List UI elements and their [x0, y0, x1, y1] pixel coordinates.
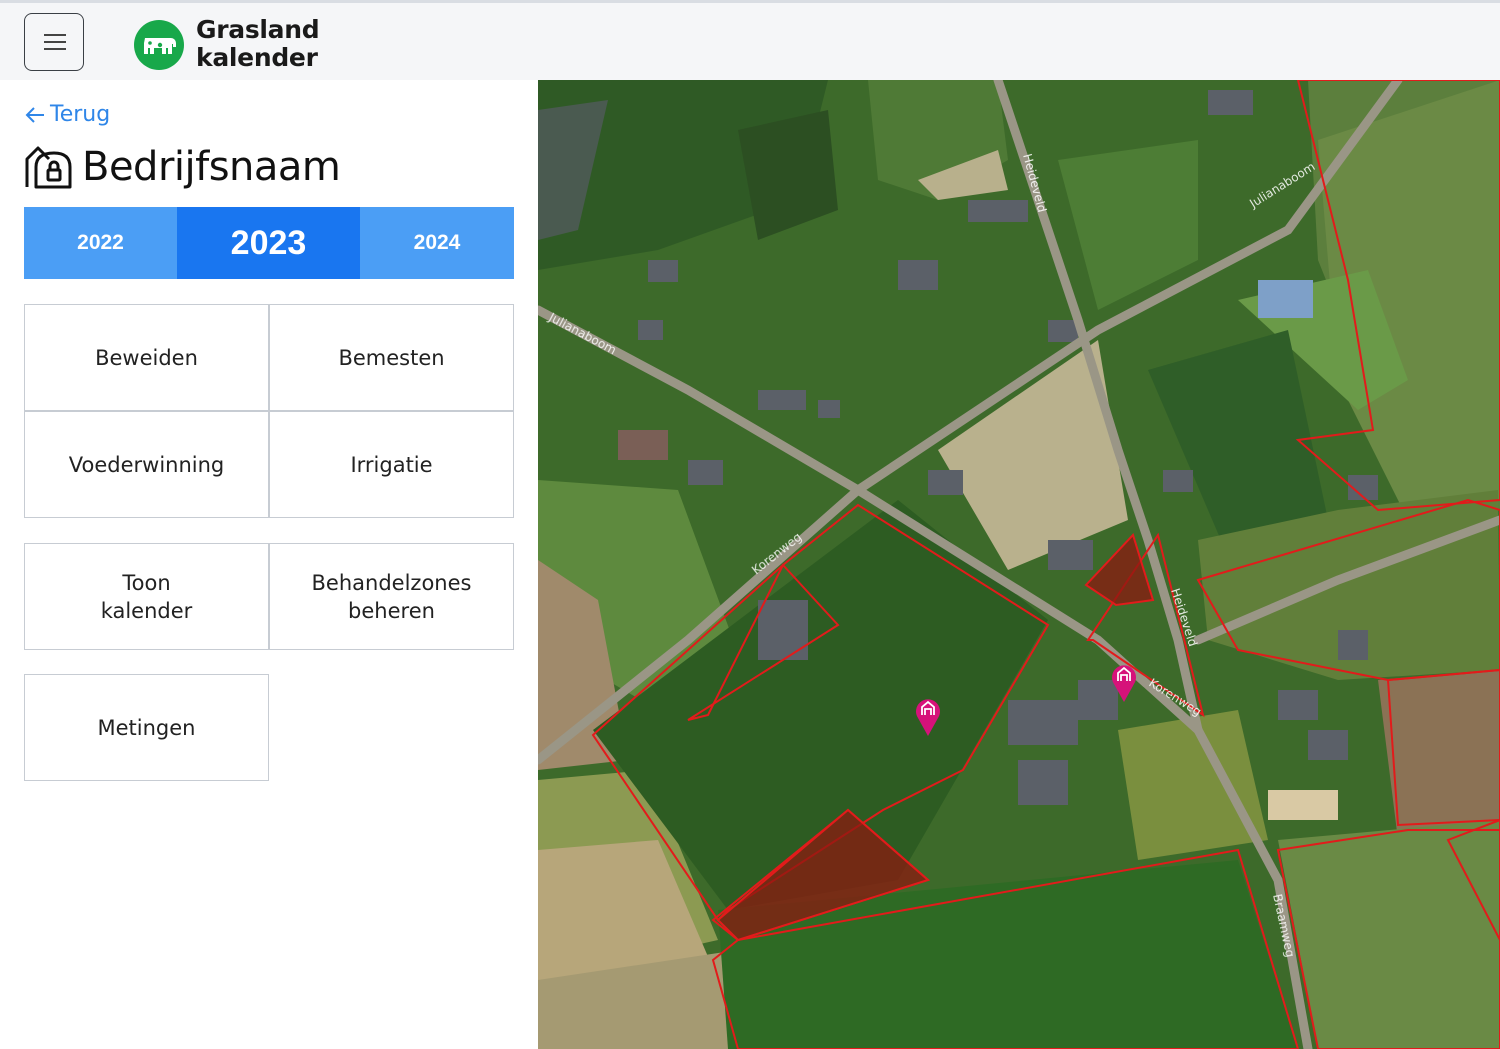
building: [1308, 730, 1348, 760]
bemesten-button[interactable]: Bemesten: [269, 304, 514, 411]
satellite-map[interactable]: Julianaboom Julianaboom Heideveld Heidev…: [538, 80, 1500, 1049]
back-label: Terug: [50, 102, 111, 127]
building: [1268, 790, 1338, 820]
building: [898, 260, 938, 290]
building: [1258, 280, 1313, 318]
tertiary-actions-grid: Metingen: [24, 674, 514, 781]
building: [648, 260, 678, 282]
app-name-line2: kalender: [196, 43, 318, 72]
back-link[interactable]: Terug: [24, 102, 110, 127]
metingen-button[interactable]: Metingen: [24, 674, 269, 781]
hamburger-icon-line: [44, 48, 66, 50]
building: [928, 470, 963, 495]
page-title: Bedrijfsnaam: [24, 144, 341, 190]
primary-actions-grid: Beweiden Bemesten Voederwinning Irrigati…: [24, 304, 514, 518]
building: [1048, 540, 1093, 570]
sidebar-panel: Terug Bedrijfsnaam 2022 2023 2024 Beweid…: [0, 80, 538, 1049]
top-bar: Grasland kalender: [0, 0, 1500, 80]
map-canvas: Julianaboom Julianaboom Heideveld Heidev…: [538, 80, 1500, 1049]
irrigatie-button[interactable]: Irrigatie: [269, 411, 514, 518]
building: [1078, 680, 1118, 720]
building: [1338, 630, 1368, 660]
farm-name: Bedrijfsnaam: [82, 144, 341, 190]
arrow-left-icon: [25, 106, 44, 123]
building: [758, 600, 808, 660]
building: [618, 430, 668, 460]
building: [1008, 700, 1078, 745]
voederwinning-button[interactable]: Voederwinning: [24, 411, 269, 518]
app-logo-text[interactable]: Grasland kalender: [196, 15, 320, 72]
secondary-actions-grid: Toon kalender Behandelzones beheren: [24, 543, 514, 650]
tab-year-2023[interactable]: 2023: [177, 207, 360, 279]
building: [1163, 470, 1193, 492]
building: [1278, 690, 1318, 720]
building: [688, 460, 723, 485]
building: [758, 390, 806, 410]
app-name-line1: Grasland: [196, 15, 320, 44]
building: [818, 400, 840, 418]
beweiden-button[interactable]: Beweiden: [24, 304, 269, 411]
cow-icon: [134, 20, 184, 70]
building: [638, 320, 663, 340]
hamburger-menu-button[interactable]: [24, 13, 84, 71]
tab-year-2024[interactable]: 2024: [360, 207, 514, 279]
building: [1018, 760, 1068, 805]
behandelzones-beheren-button[interactable]: Behandelzones beheren: [269, 543, 514, 650]
hamburger-icon-line: [44, 41, 66, 43]
hamburger-icon: [44, 34, 66, 36]
tab-year-2022[interactable]: 2022: [24, 207, 177, 279]
toon-kalender-button[interactable]: Toon kalender: [24, 543, 269, 650]
building: [968, 200, 1028, 222]
building: [1048, 320, 1078, 342]
farm-building-icon: [25, 146, 72, 189]
building: [1208, 90, 1253, 115]
year-tabs: 2022 2023 2024: [24, 207, 514, 279]
